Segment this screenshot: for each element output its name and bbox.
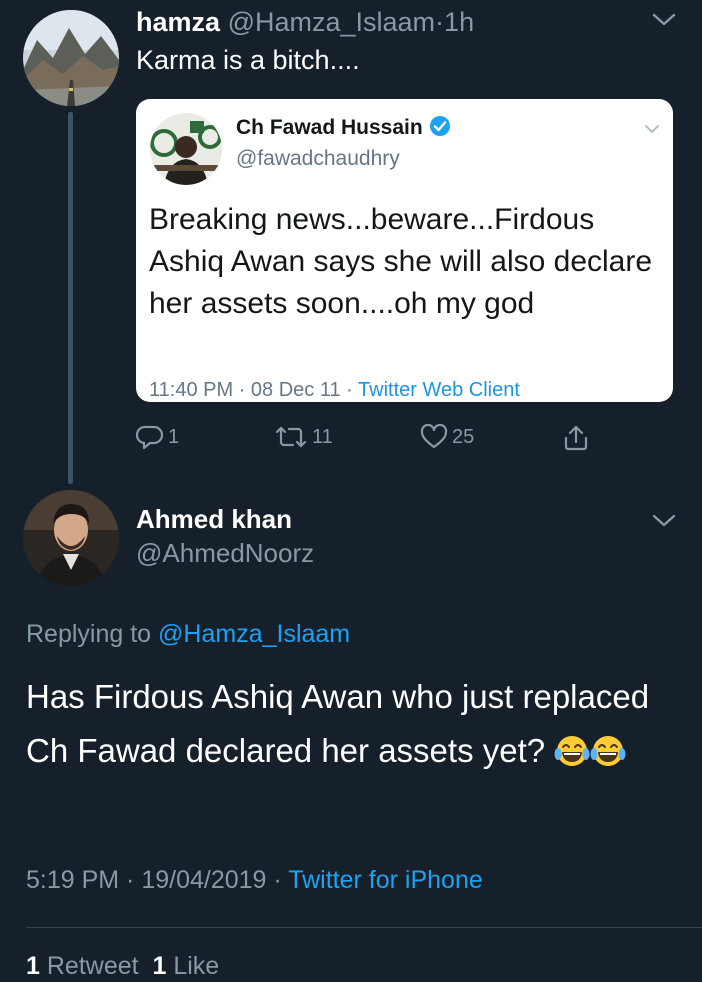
like-action[interactable]: 25: [420, 424, 474, 450]
retweet-count-value: 1: [26, 952, 40, 980]
tweet1-timestamp[interactable]: 1h: [444, 7, 474, 37]
tweet2-stats: 1 Retweet 1 Like: [26, 952, 219, 981]
tweet2-author-handle[interactable]: @AhmedNoorz: [136, 538, 314, 569]
face-with-tears-of-joy-emoji: [554, 730, 590, 784]
tweet2-author-name[interactable]: Ahmed khan: [136, 504, 292, 535]
stats-divider: [26, 927, 702, 928]
tweet1-header: hamza @Hamza_Islaam·1h: [136, 4, 474, 40]
tweet1-author-handle[interactable]: @Hamza_Islaam: [228, 7, 435, 37]
quoted-sep-1: ·: [233, 379, 251, 401]
quoted-chevron-down-icon: [644, 121, 660, 139]
share-icon: [562, 424, 594, 452]
quoted-tweet-text: Breaking news...beware...Firdous Ashiq A…: [149, 203, 653, 320]
tweet2-chevron-down-icon[interactable]: [652, 513, 676, 534]
retweet-icon: [274, 424, 312, 450]
tweet2-client[interactable]: Twitter for iPhone: [288, 866, 483, 894]
retweet-label: Retweet: [46, 952, 139, 980]
quoted-date: 08 Dec 11: [250, 379, 341, 401]
verified-badge-icon: [429, 115, 451, 143]
face-with-tears-of-joy-emoji: [590, 730, 626, 784]
replying-to: Replying to @Hamza_Islaam: [26, 620, 350, 649]
tweet2-sep-2: ·: [266, 866, 289, 894]
fawad-avatar: [150, 113, 222, 185]
chevron-down-icon[interactable]: [652, 12, 676, 33]
retweet-count: 11: [312, 425, 333, 448]
replying-to-handle[interactable]: @Hamza_Islaam: [158, 620, 350, 648]
tweet1-author-name[interactable]: hamza: [136, 7, 220, 37]
tweet2-text: Has Firdous Ashiq Awan who just replaced…: [26, 670, 686, 784]
quoted-author-handle: @fawadchaudhry: [236, 147, 400, 170]
ahmed-avatar[interactable]: [23, 490, 119, 586]
retweet-action[interactable]: 11: [274, 424, 333, 450]
hamza-avatar[interactable]: [23, 10, 119, 106]
tweet2-meta: 5:19 PM · 19/04/2019 · Twitter for iPhon…: [26, 866, 483, 895]
reply-count: 1: [168, 425, 180, 448]
tweet2-time: 5:19 PM: [26, 866, 120, 894]
tweet2-sep-1: ·: [119, 866, 142, 894]
like-count: 25: [452, 425, 475, 448]
quoted-time: 11:40 PM: [149, 379, 234, 401]
replying-prefix: Replying to: [26, 620, 159, 648]
quoted-tweet-screenshot[interactable]: Ch Fawad Hussain @fawadchaudhry Breaking…: [136, 99, 673, 402]
tweet1-separator: ·: [435, 7, 445, 37]
reply-icon: [136, 424, 168, 450]
likes-stat[interactable]: 1 Like: [152, 952, 219, 980]
reply-action[interactable]: 1: [136, 424, 179, 450]
tweet1-text: Karma is a bitch....: [136, 45, 360, 75]
quoted-author-name: Ch Fawad Hussain: [236, 115, 451, 143]
tweet2-date: 19/04/2019: [141, 866, 267, 894]
share-action[interactable]: [562, 424, 594, 452]
quoted-author-name-text: Ch Fawad Hussain: [236, 116, 423, 139]
like-icon: [420, 424, 452, 450]
retweets-stat[interactable]: 1 Retweet: [26, 952, 139, 980]
quoted-sep-2: ·: [340, 379, 359, 401]
quoted-client: Twitter Web Client: [358, 379, 520, 401]
quoted-tweet-meta: 11:40 PM · 08 Dec 11 · Twitter Web Clien…: [149, 379, 520, 402]
like-label: Like: [173, 952, 220, 980]
thread-connector-line: [68, 112, 73, 484]
like-count-value: 1: [152, 952, 167, 980]
